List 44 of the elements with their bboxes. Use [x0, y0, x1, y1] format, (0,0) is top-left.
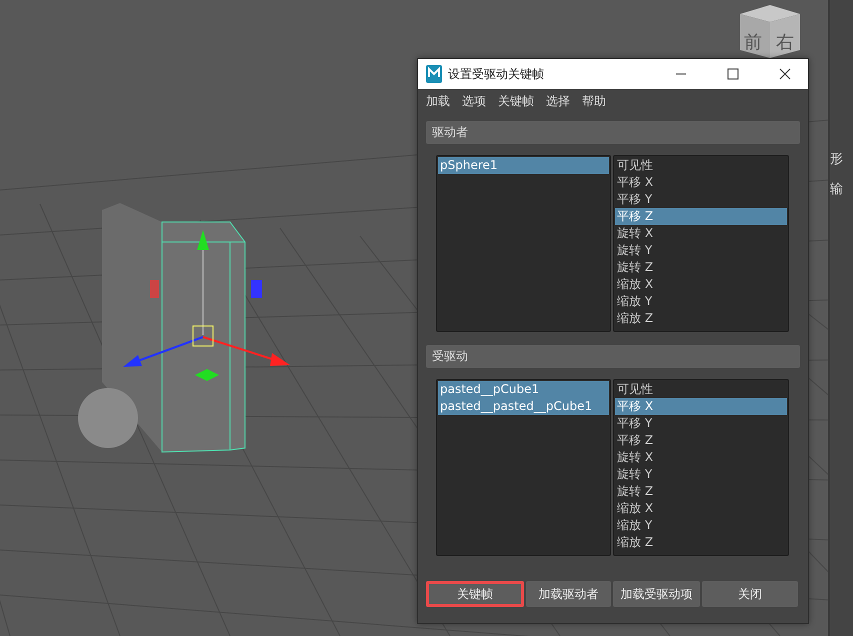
attribute-list-item[interactable]: 平移 X [615, 174, 787, 191]
viewcube-label: 右 [776, 32, 794, 53]
app-logo-icon [426, 65, 442, 83]
attribute-list-item[interactable]: 平移 Z [615, 208, 787, 225]
side-panel-label: 形 [830, 151, 844, 168]
attribute-list-item[interactable]: 平移 X [615, 398, 787, 415]
attribute-list-item[interactable]: 平移 Y [615, 415, 787, 432]
window-title: 设置受驱动关键帧 [448, 66, 545, 82]
viewcube-label: 前 [744, 32, 762, 53]
dialog-button[interactable]: 加载受驱动项 [613, 581, 700, 607]
viewport-canvas[interactable] [0, 0, 828, 636]
menu-item[interactable]: 选项 [462, 93, 486, 109]
menu-item[interactable]: 帮助 [582, 93, 606, 109]
menu-item[interactable]: 关键帧 [498, 93, 534, 109]
object-list-item[interactable]: pasted__pCube1 [438, 381, 610, 398]
attribute-list-item[interactable]: 旋转 Z [615, 259, 787, 276]
attribute-list-item[interactable]: 缩放 X [615, 500, 787, 517]
close-icon [779, 68, 791, 80]
attribute-list-item[interactable]: 旋转 Y [615, 242, 787, 259]
attribute-list-item[interactable]: 平移 Y [615, 191, 787, 208]
viewcube-drawing[interactable] [740, 5, 800, 58]
section-header[interactable]: 受驱动 [426, 345, 800, 368]
attribute-list-item[interactable]: 缩放 Z [615, 310, 787, 327]
attribute-list-item[interactable]: 旋转 Y [615, 466, 787, 483]
object-list-item[interactable]: pSphere1 [438, 157, 610, 174]
attribute-list-item[interactable]: 旋转 X [615, 449, 787, 466]
dialog-button[interactable]: 关键帧 [426, 581, 524, 607]
object-list-item[interactable]: pasted__pasted__pCube1 [438, 398, 610, 415]
attribute-list-item[interactable]: 缩放 Y [615, 517, 787, 534]
menu-item[interactable]: 加载 [426, 93, 450, 109]
attribute-list-item[interactable]: 旋转 X [615, 225, 787, 242]
menu-item[interactable]: 选择 [546, 93, 570, 109]
dialog-button[interactable]: 关闭 [702, 581, 798, 607]
attribute-list-item[interactable]: 旋转 Z [615, 483, 787, 500]
attribute-list-item[interactable]: 可见性 [615, 157, 787, 174]
maximize-icon [727, 68, 739, 80]
side-panel-label: 输 [830, 181, 844, 198]
attribute-list-item[interactable]: 平移 Z [615, 432, 787, 449]
section-header[interactable]: 驱动者 [426, 121, 800, 144]
dialog-button[interactable]: 加载驱动者 [526, 581, 611, 607]
attribute-list-item[interactable]: 缩放 Z [615, 534, 787, 551]
attribute-list-item[interactable]: 可见性 [615, 381, 787, 398]
attribute-list-item[interactable]: 缩放 X [615, 276, 787, 293]
attribute-list-item[interactable]: 缩放 Y [615, 293, 787, 310]
